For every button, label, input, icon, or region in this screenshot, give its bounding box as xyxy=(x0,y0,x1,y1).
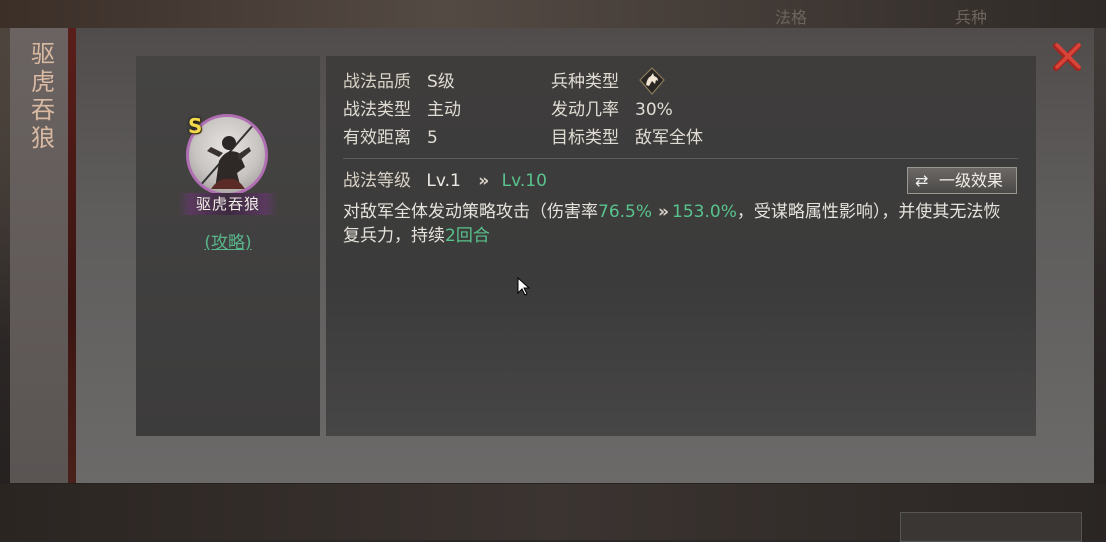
close-button[interactable] xyxy=(1050,38,1086,74)
desc-damage-to: 153.0% xyxy=(672,202,737,222)
close-icon xyxy=(1053,43,1081,71)
rate-label: 发动几率 xyxy=(551,100,619,120)
range-label: 有效距离 xyxy=(343,128,411,148)
troop-type-icon xyxy=(636,65,668,97)
rate-value: 30% xyxy=(635,100,673,120)
troop-label: 兵种类型 xyxy=(551,72,619,92)
background-tab-2: 兵种 xyxy=(955,8,988,27)
guide-link[interactable]: (攻略) xyxy=(178,228,278,253)
grade-badge: S xyxy=(188,114,203,138)
quality-row: 战法品质 xyxy=(343,71,411,93)
info-divider xyxy=(343,158,1018,159)
desc-turns: 2回合 xyxy=(445,226,490,246)
level-row: 战法等级 Lv.1 ›› Lv.10 xyxy=(343,170,547,192)
desc-damage-from: 76.5% xyxy=(598,202,653,222)
title-char: 虎 xyxy=(31,68,55,96)
quality-label: 战法品质 xyxy=(343,72,411,92)
skill-title-vertical: 驱 虎 吞 狼 xyxy=(28,40,58,152)
title-char: 狼 xyxy=(31,124,55,152)
horse-icon xyxy=(639,67,665,95)
mouse-cursor-icon xyxy=(517,276,531,301)
type-value: 主动 xyxy=(427,100,461,120)
range-value: 5 xyxy=(427,128,438,148)
target-value: 敌军全体 xyxy=(635,128,703,148)
type-label: 战法类型 xyxy=(343,100,411,120)
double-chevron-icon: ›› xyxy=(478,171,489,191)
skill-name-plate: 驱虎吞狼 xyxy=(178,193,278,215)
level-from: Lv.1 xyxy=(426,171,461,191)
title-char: 吞 xyxy=(31,96,55,124)
effect-button-label: 一级效果 xyxy=(939,171,1004,190)
level-effect-button[interactable]: ⇄ 一级效果 xyxy=(907,167,1017,194)
double-chevron-icon: ›› xyxy=(658,202,669,222)
skill-description: 对敌军全体发动策略攻击（伤害率76.5% ›› 153.0%，受谋略属性影响），并使… xyxy=(343,200,1013,248)
level-label: 战法等级 xyxy=(343,171,411,191)
target-label: 目标类型 xyxy=(551,128,619,148)
swap-icon: ⇄ xyxy=(915,171,929,190)
title-char: 驱 xyxy=(31,40,55,68)
quality-value: S级 xyxy=(427,72,455,92)
background-button xyxy=(900,512,1082,542)
background-tab-1: 法格 xyxy=(775,8,808,27)
level-to: Lv.10 xyxy=(501,171,547,191)
desc-text: 对敌军全体发动策略攻击（伤害率 xyxy=(343,202,598,222)
background-top-bar: 法格 兵种 xyxy=(0,0,1106,28)
